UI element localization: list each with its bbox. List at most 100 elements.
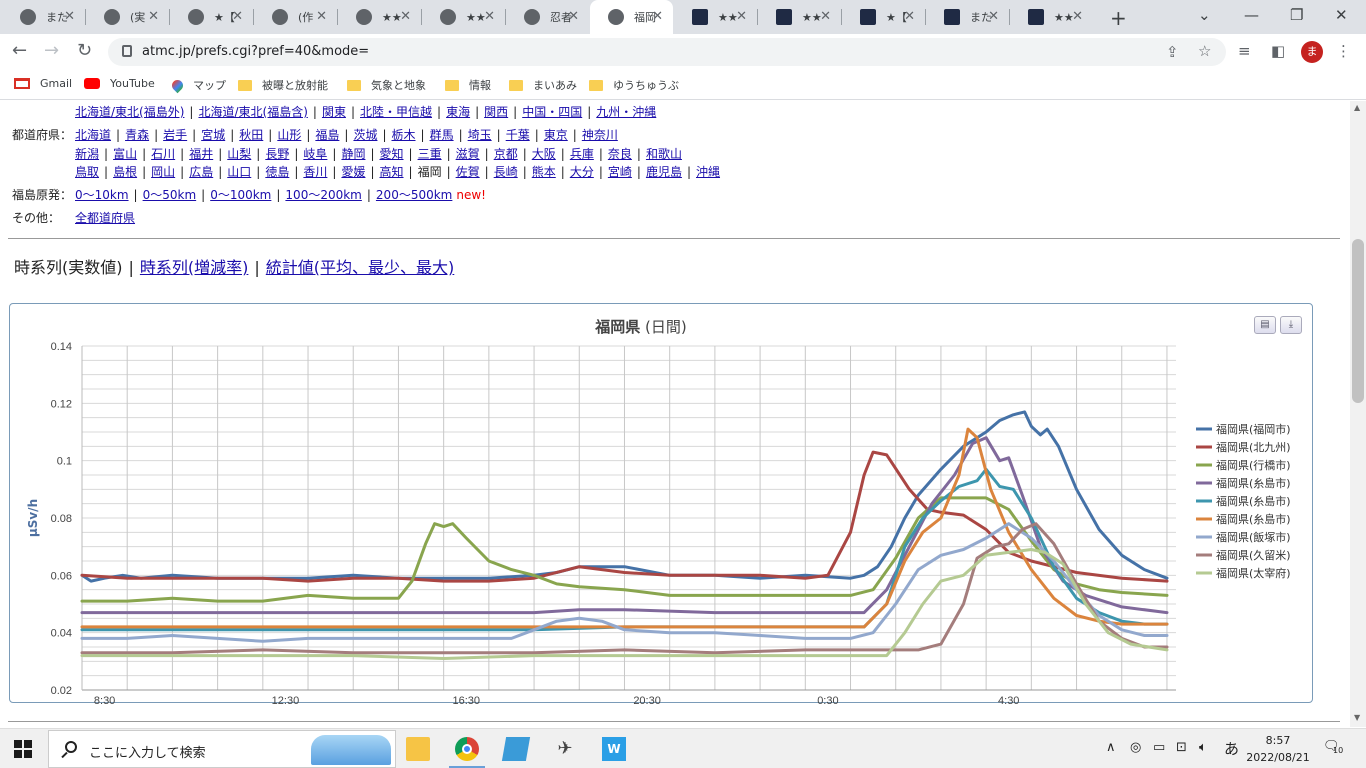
prefecture-link[interactable]: 鳥取 (75, 165, 99, 179)
browser-tab[interactable]: ★【 ✕ (842, 0, 925, 34)
battery-icon[interactable]: ▭ (1153, 740, 1165, 755)
prefecture-link[interactable]: 山形 (277, 128, 301, 142)
prefecture-link[interactable]: 滋賀 (456, 147, 480, 161)
prefecture-link[interactable]: 茨城 (353, 128, 377, 142)
prefecture-link[interactable]: 大分 (570, 165, 594, 179)
all-prefectures-link[interactable]: 全都道府県 (75, 211, 135, 225)
bookmark-1[interactable]: Gmail (14, 77, 72, 90)
prefecture-link[interactable]: 広島 (189, 165, 213, 179)
taskbar-clock[interactable]: 8:57 2022/08/21 (1246, 732, 1310, 766)
back-icon[interactable]: ← (12, 40, 27, 61)
tab-close-icon[interactable]: ✕ (652, 9, 663, 24)
prefecture-link[interactable]: 栃木 (392, 128, 416, 142)
minimize-button[interactable]: — (1244, 6, 1259, 24)
prefecture-link[interactable]: 秋田 (239, 128, 263, 142)
prefecture-link[interactable]: 島根 (113, 165, 137, 179)
fukushima-range-link[interactable]: 0〜100km (210, 188, 271, 202)
page-scrollbar[interactable]: ▲ ▼ (1350, 101, 1366, 727)
tab-close-icon[interactable]: ✕ (1072, 9, 1083, 24)
tab-close-icon[interactable]: ✕ (232, 9, 243, 24)
bookmark-7[interactable]: まいあみ (509, 77, 577, 93)
network-icon[interactable]: ⊡ (1176, 740, 1187, 755)
prefecture-link[interactable]: 富山 (113, 147, 137, 161)
mode-tab-change-rate[interactable]: 時系列(増減率) (140, 258, 249, 277)
prefecture-link[interactable]: 宮崎 (608, 165, 632, 179)
side-panel-icon[interactable]: ◧ (1271, 42, 1285, 60)
prefecture-link[interactable]: 石川 (151, 147, 175, 161)
reading-list-icon[interactable]: ≡ (1238, 42, 1251, 60)
bookmark-8[interactable]: ゆうちゅうぶ (589, 77, 679, 93)
taskbar-search[interactable]: ここに入力して検索 (48, 730, 396, 768)
share-icon[interactable]: ⇪ (1166, 43, 1179, 61)
prefecture-link[interactable]: 三重 (418, 147, 442, 161)
prefecture-link[interactable]: 愛媛 (341, 165, 365, 179)
profile-avatar[interactable]: ま (1301, 41, 1323, 63)
w-app-icon[interactable]: W (602, 737, 626, 761)
region-link[interactable]: 北陸・甲信越 (360, 105, 432, 119)
prefecture-link[interactable]: 長崎 (494, 165, 518, 179)
tab-close-icon[interactable]: ✕ (820, 9, 831, 24)
tab-close-icon[interactable]: ✕ (316, 9, 327, 24)
url-text[interactable]: atmc.jp/prefs.cgi?pref=40&mode= (142, 44, 369, 59)
prefecture-link[interactable]: 青森 (125, 128, 149, 142)
download-chart-button[interactable]: ⤓ (1280, 316, 1302, 334)
bookmark-star-icon[interactable]: ☆ (1198, 42, 1211, 60)
bookmark-4[interactable]: 被曝と放射能 (238, 77, 328, 93)
prefecture-link[interactable]: 徳島 (265, 165, 289, 179)
prefecture-link[interactable]: 大阪 (532, 147, 556, 161)
reload-icon[interactable]: ↻ (77, 40, 92, 61)
menu-icon[interactable]: ⋮ (1336, 42, 1351, 60)
prefecture-link[interactable]: 埼玉 (468, 128, 492, 142)
prefecture-link[interactable]: 神奈川 (582, 128, 618, 142)
file-explorer-icon[interactable] (406, 737, 430, 761)
tab-close-icon[interactable]: ✕ (568, 9, 579, 24)
browser-tab[interactable]: ★★ ✕ (758, 0, 841, 34)
prefecture-link[interactable]: 北海道 (75, 128, 111, 142)
fukushima-range-link[interactable]: 200〜500km (376, 188, 452, 202)
prefecture-link[interactable]: 静岡 (341, 147, 365, 161)
prefecture-link[interactable]: 奈良 (608, 147, 632, 161)
region-link[interactable]: 関東 (322, 105, 346, 119)
bookmark-2[interactable]: YouTube (84, 77, 155, 90)
tab-close-icon[interactable]: ✕ (148, 9, 159, 24)
maximize-button[interactable]: ❐ (1290, 6, 1303, 24)
browser-tab[interactable]: また ✕ (2, 0, 85, 34)
prefecture-link[interactable]: 福島 (315, 128, 339, 142)
notebook-app-icon[interactable] (501, 737, 531, 761)
forward-icon[interactable]: → (44, 40, 59, 61)
close-window-button[interactable]: ✕ (1335, 6, 1348, 24)
browser-tab[interactable]: また ✕ (926, 0, 1009, 34)
windows-start-icon[interactable] (14, 740, 32, 758)
prefecture-link[interactable]: 福井 (189, 147, 213, 161)
browser-tab[interactable]: (作 ✕ (254, 0, 337, 34)
fukushima-range-link[interactable]: 0〜10km (75, 188, 129, 202)
prefecture-link[interactable]: 鹿児島 (646, 165, 682, 179)
prefecture-link[interactable]: 佐賀 (456, 165, 480, 179)
fukushima-range-link[interactable]: 0〜50km (143, 188, 197, 202)
address-bar[interactable]: atmc.jp/prefs.cgi?pref=40&mode= ⇪ ☆ (108, 38, 1226, 66)
prefecture-link[interactable]: 千葉 (506, 128, 530, 142)
prefecture-link[interactable]: 高知 (380, 165, 404, 179)
tab-close-icon[interactable]: ✕ (64, 9, 75, 24)
prefecture-link[interactable]: 群馬 (430, 128, 454, 142)
mode-tab-statistics[interactable]: 統計値(平均、最少、最大) (266, 258, 455, 277)
prefecture-link[interactable]: 新潟 (75, 147, 99, 161)
bookmark-5[interactable]: 気象と地象 (347, 77, 426, 93)
region-link[interactable]: 東海 (446, 105, 470, 119)
browser-tab[interactable]: ★★ ✕ (338, 0, 421, 34)
prefecture-link[interactable]: 岐阜 (303, 147, 327, 161)
browser-tab[interactable]: 福岡 ✕ (590, 0, 673, 34)
prefecture-link[interactable]: 香川 (303, 165, 327, 179)
browser-tab[interactable]: ★【 ✕ (170, 0, 253, 34)
region-link[interactable]: 北海道/東北(福島外) (75, 105, 184, 119)
browser-tab[interactable]: ★★ ✕ (422, 0, 505, 34)
tab-close-icon[interactable]: ✕ (988, 9, 999, 24)
prefecture-link[interactable]: 沖縄 (696, 165, 720, 179)
prefecture-link[interactable]: 京都 (494, 147, 518, 161)
bookmark-6[interactable]: 情報 (445, 77, 491, 93)
browser-tab[interactable]: 忍者 ✕ (506, 0, 589, 34)
tab-close-icon[interactable]: ✕ (484, 9, 495, 24)
region-link[interactable]: 九州・沖縄 (596, 105, 656, 119)
browser-tab[interactable]: ★★ ✕ (674, 0, 757, 34)
prefecture-link[interactable]: 熊本 (532, 165, 556, 179)
